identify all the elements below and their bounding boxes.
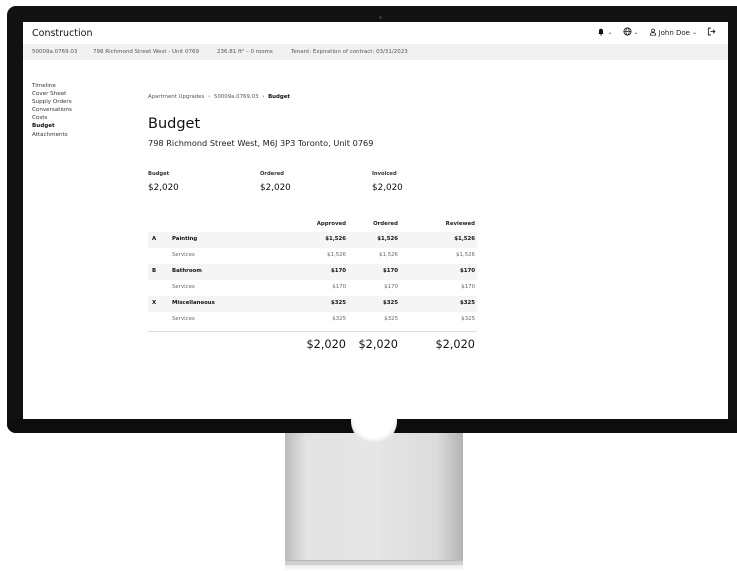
breadcrumb-project[interactable]: 50009a.0769.03 (214, 94, 258, 100)
breadcrumb-current: Budget (268, 94, 290, 100)
table-row[interactable]: Services $1,526 $1,526 $1,526 (148, 248, 477, 264)
user-menu-button[interactable]: John Doe ⌄ (649, 28, 697, 38)
breadcrumb: Apartment Upgrades › 50009a.0769.03 › Bu… (148, 94, 290, 100)
top-actions: ⌄ ⌄ John Doe ⌄ (597, 27, 716, 38)
totals-row: $2,020 $2,020 $2,020 (148, 331, 477, 356)
invoiced-label: Invoiced (372, 171, 397, 177)
sidebar-item-cover-sheet[interactable]: Cover Sheet (32, 90, 72, 98)
stand-shadow (285, 565, 463, 571)
breadcrumb-separator: › (262, 94, 265, 100)
user-name: John Doe (658, 28, 690, 37)
monitor-stand (285, 433, 463, 565)
row-ordered: $325 (384, 316, 398, 322)
chevron-down-icon: ⌄ (633, 29, 639, 36)
page-address: 798 Richmond Street West, M6J 3P3 Toront… (148, 138, 374, 148)
row-reviewed: $325 (459, 300, 475, 306)
total-reviewed: $2,020 (435, 338, 475, 351)
camera-dot (379, 16, 382, 19)
row-name: Services (172, 252, 195, 258)
sidebar-item-costs[interactable]: Costs (32, 114, 72, 122)
sidebar-item-supply-orders[interactable]: Supply Orders (32, 98, 72, 106)
row-reviewed: $170 (459, 268, 475, 274)
row-name: Services (172, 316, 195, 322)
bell-icon (597, 28, 605, 38)
row-approved: $1,526 (325, 236, 346, 242)
row-name: Painting (172, 236, 198, 242)
header-ordered: Ordered (373, 221, 398, 227)
invoiced-value: $2,020 (372, 183, 403, 193)
budget-table: Approved Ordered Reviewed A Painting $1,… (148, 218, 477, 356)
row-reviewed: $1,526 (456, 252, 475, 258)
project-info-bar: 50009a.0769.03 798 Richmond Street West … (23, 44, 728, 60)
sidebar-item-attachments[interactable]: Attachments (32, 131, 72, 139)
sidebar-item-timeline[interactable]: Timeline (32, 82, 72, 90)
total-ordered: $2,020 (358, 338, 398, 351)
budget-value: $2,020 (148, 183, 179, 193)
row-name: Services (172, 284, 195, 290)
project-address: 798 Richmond Street West - Unit 0769 (93, 49, 199, 55)
row-name: Bathroom (172, 268, 202, 274)
top-bar: Construction ⌄ ⌄ John Doe ⌄ (23, 22, 728, 44)
chevron-down-icon: ⌄ (691, 29, 697, 36)
row-ordered: $170 (382, 268, 398, 274)
row-letter: X (152, 300, 157, 306)
row-approved: $325 (332, 316, 346, 322)
row-approved: $170 (332, 284, 346, 290)
row-ordered: $1,526 (377, 236, 398, 242)
sidebar-item-conversations[interactable]: Conversations (32, 106, 72, 114)
table-header: Approved Ordered Reviewed (148, 218, 477, 232)
table-row[interactable]: Services $325 $325 $325 (148, 312, 477, 328)
globe-icon (622, 27, 632, 38)
table-row[interactable]: Services $170 $170 $170 (148, 280, 477, 296)
user-icon (649, 28, 657, 38)
ordered-label: Ordered (260, 171, 284, 177)
row-ordered: $170 (384, 284, 398, 290)
row-letter: B (152, 268, 157, 274)
row-reviewed: $1,526 (454, 236, 475, 242)
row-approved: $1,526 (327, 252, 346, 258)
budget-label: Budget (148, 171, 170, 177)
header-reviewed: Reviewed (445, 221, 475, 227)
sidebar: Timeline Cover Sheet Supply Orders Conve… (32, 82, 72, 139)
app-title: Construction (32, 28, 93, 39)
ordered-value: $2,020 (260, 183, 291, 193)
project-area: 236.81 ft² – 0 rooms (217, 49, 273, 55)
row-reviewed: $170 (461, 284, 475, 290)
breadcrumb-root[interactable]: Apartment Upgrades (148, 94, 204, 100)
row-reviewed: $325 (461, 316, 475, 322)
row-ordered: $1,526 (379, 252, 398, 258)
sidebar-item-budget[interactable]: Budget (32, 122, 72, 130)
total-approved: $2,020 (306, 338, 346, 351)
logout-button[interactable] (707, 27, 716, 38)
row-ordered: $325 (382, 300, 398, 306)
row-name: Miscellaneous (172, 300, 215, 306)
logout-icon (707, 27, 716, 38)
table-row[interactable]: X Miscellaneous $325 $325 $325 (148, 296, 477, 312)
table-row[interactable]: B Bathroom $170 $170 $170 (148, 264, 477, 280)
page-title: Budget (148, 116, 201, 132)
tenant-info: Tenant: Expiration of contract: 03/31/20… (291, 49, 408, 55)
table-row[interactable]: A Painting $1,526 $1,526 $1,526 (148, 232, 477, 248)
notifications-button[interactable]: ⌄ (597, 28, 613, 38)
header-approved: Approved (316, 221, 346, 227)
row-letter: A (152, 236, 157, 242)
breadcrumb-separator: › (208, 94, 211, 100)
row-approved: $325 (330, 300, 346, 306)
language-button[interactable]: ⌄ (622, 27, 639, 38)
project-id: 50009a.0769.03 (32, 49, 78, 55)
screen: Construction ⌄ ⌄ John Doe ⌄ 50009a.0769.… (23, 22, 728, 419)
chevron-down-icon: ⌄ (607, 29, 613, 36)
row-approved: $170 (330, 268, 346, 274)
